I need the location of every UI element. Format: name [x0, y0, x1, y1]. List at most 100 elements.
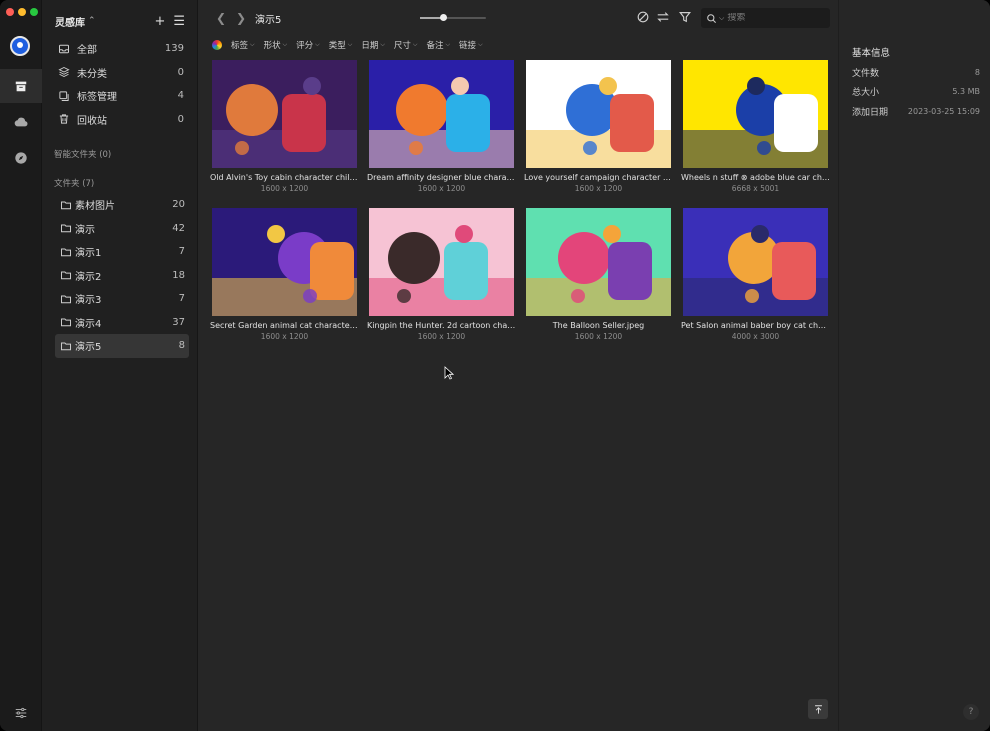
folder-label: 演示5 [75, 342, 102, 354]
chevron-down-icon: ⌵ [282, 41, 288, 48]
close-window-button[interactable] [6, 8, 14, 16]
folder-item[interactable]: 演示3 7 [55, 287, 189, 311]
inspector-row-total-size: 总大小 5.3 MB [852, 84, 980, 98]
chevron-down-icon[interactable]: ⌵ [719, 14, 724, 23]
item-thumbnail[interactable] [212, 208, 357, 316]
item-card[interactable]: The Balloon Seller.jpeg 1600 x 1200 [524, 206, 673, 341]
nav-label: 未分类 [77, 68, 107, 80]
chevron-down-icon: ⌵ [380, 41, 385, 48]
item-thumbnail[interactable] [369, 208, 514, 316]
filter-dropdown[interactable]: 备注 ⌵ [426, 39, 450, 51]
item-thumbnail[interactable] [526, 208, 671, 316]
layers-icon [58, 66, 70, 78]
nav-item-tags[interactable]: 标签管理 4 [54, 84, 188, 108]
item-card[interactable]: Old Alvin's Toy cabin character child ..… [210, 58, 359, 193]
swap-icon[interactable] [656, 10, 670, 24]
folder-label: 演示2 [75, 271, 102, 283]
thumbnail-illustration [369, 225, 514, 316]
forward-arrow-icon[interactable]: ❯ [236, 11, 246, 25]
search-box[interactable]: ⌵ [701, 8, 830, 28]
filter-dropdown[interactable]: 评分 ⌵ [296, 39, 320, 51]
item-dimensions: 1600 x 1200 [574, 184, 623, 193]
chevron-updown-icon[interactable]: ⌃ [88, 16, 96, 26]
folder-count: 8 [178, 340, 185, 352]
folder-item[interactable]: 演示5 8 [55, 334, 189, 358]
item-thumbnail[interactable] [526, 60, 671, 168]
item-dimensions: 1600 x 1200 [417, 332, 466, 341]
sidebar: 灵感库 ⌃ + ☰ 全部 139 未分类 0 标签管理 4 回收站 0 智能文件… [42, 0, 198, 731]
item-thumbnail[interactable] [369, 60, 514, 168]
thumbnail-illustration [212, 77, 357, 168]
help-button[interactable]: ? [963, 704, 979, 720]
back-to-top-button[interactable] [808, 699, 828, 719]
icon-rail [0, 0, 42, 731]
thumbnail-illustration [526, 77, 671, 168]
chevron-down-icon: ⌵ [250, 41, 255, 48]
item-thumbnail[interactable] [683, 60, 828, 168]
filter-label: 形状 [263, 41, 281, 51]
folder-item[interactable]: 演示2 18 [55, 264, 189, 288]
item-dimensions: 6668 x 5001 [731, 184, 780, 193]
item-thumbnail[interactable] [683, 208, 828, 316]
nav-item-uncategorized[interactable]: 未分类 0 [54, 61, 188, 85]
color-filter-icon[interactable] [212, 40, 222, 50]
library-switcher[interactable]: 灵感库 ⌃ + ☰ [55, 12, 185, 30]
zoom-slider[interactable] [420, 14, 486, 21]
folder-label: 演示4 [75, 318, 102, 330]
menu-icon[interactable]: ☰ [173, 14, 185, 29]
no-filter-icon[interactable] [636, 10, 650, 24]
folders-header[interactable]: 文件夹 (7) [54, 177, 94, 189]
compass-icon[interactable] [0, 141, 42, 175]
back-arrow-icon[interactable]: ❮ [216, 11, 226, 25]
folder-item[interactable]: 演示1 7 [55, 240, 189, 264]
zoom-window-button[interactable] [30, 8, 38, 16]
zoom-slider-thumb[interactable] [439, 14, 447, 21]
filter-dropdown[interactable]: 日期 ⌵ [361, 39, 385, 51]
folder-icon [60, 246, 72, 258]
filter-dropdown[interactable]: 形状 ⌵ [264, 39, 288, 51]
smart-folders-header[interactable]: 智能文件夹 (0) [54, 148, 111, 160]
folder-item[interactable]: 演示4 37 [55, 311, 189, 335]
nav-label: 标签管理 [77, 92, 117, 104]
search-input[interactable] [727, 13, 818, 23]
nav-count: 0 [177, 113, 184, 125]
app-window: 灵感库 ⌃ + ☰ 全部 139 未分类 0 标签管理 4 回收站 0 智能文件… [0, 0, 990, 731]
sliders-icon[interactable] [0, 696, 42, 730]
filter-dropdown[interactable]: 类型 ⌵ [329, 39, 353, 51]
folder-item[interactable]: 素材图片 20 [55, 193, 189, 217]
library-logo-icon[interactable] [10, 36, 30, 56]
filter-label: 日期 [361, 41, 379, 51]
item-card[interactable]: Kingpin the Hunter. 2d cartoon chara... 1… [367, 206, 516, 341]
item-card[interactable]: Secret Garden animal cat character c... 1… [210, 206, 359, 341]
filter-dropdown[interactable]: 链接 ⌵ [459, 39, 483, 51]
nav-item-trash[interactable]: 回收站 0 [54, 108, 188, 132]
archive-box-icon[interactable] [0, 69, 42, 103]
thumbnail-illustration [526, 225, 671, 316]
cloud-upload-icon[interactable] [0, 105, 42, 139]
filter-dropdown[interactable]: 标签 ⌵ [231, 39, 255, 51]
library-title[interactable]: 灵感库 [55, 14, 85, 29]
folder-icon [60, 269, 72, 281]
add-icon[interactable]: + [154, 14, 165, 29]
folder-item[interactable]: 演示 42 [55, 217, 189, 241]
filter-bar: 标签 ⌵ 形状 ⌵ 评分 ⌵ 类型 ⌵ 日期 ⌵ 尺寸 ⌵ 备注 ⌵ 链接 ⌵ [212, 38, 483, 52]
folder-count: 42 [172, 222, 185, 234]
item-name: Old Alvin's Toy cabin character child ..… [210, 173, 359, 182]
item-thumbnail[interactable] [212, 60, 357, 168]
nav-item-all[interactable]: 全部 139 [54, 37, 188, 61]
item-name: Wheels n stuff ⊗ adobe blue car char... [681, 173, 830, 182]
item-card[interactable]: Dream affinity designer blue characte...… [367, 58, 516, 193]
tag-manage-icon [58, 90, 70, 102]
nav-count: 0 [177, 66, 184, 78]
item-card[interactable]: Love yourself campaign character con... 1… [524, 58, 673, 193]
minimize-window-button[interactable] [18, 8, 26, 16]
item-name: Pet Salon animal baber boy cat chara... [681, 321, 830, 330]
folder-icon [60, 316, 72, 328]
folder-count: 20 [172, 199, 185, 211]
thumbnail-illustration [369, 77, 514, 168]
filter-icon[interactable] [678, 10, 692, 24]
filter-dropdown[interactable]: 尺寸 ⌵ [394, 39, 418, 51]
item-card[interactable]: Pet Salon animal baber boy cat chara... 4… [681, 206, 830, 341]
thumbnail-illustration [683, 77, 828, 168]
item-card[interactable]: Wheels n stuff ⊗ adobe blue car char... 6… [681, 58, 830, 193]
